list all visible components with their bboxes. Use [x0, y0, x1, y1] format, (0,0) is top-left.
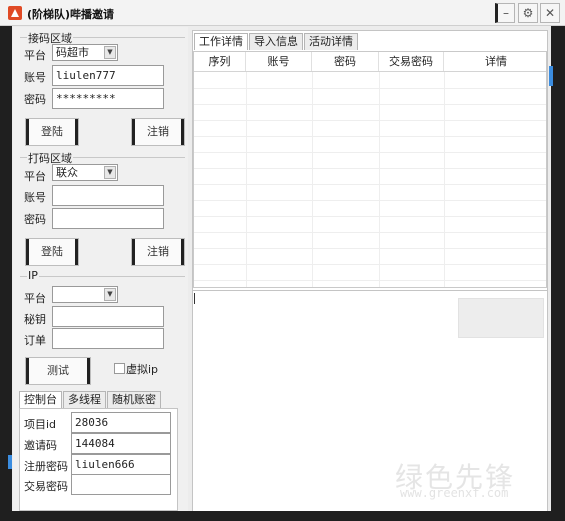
- ip-order-label: 订单: [24, 334, 46, 347]
- grid-line: [194, 248, 546, 249]
- receive-password-label: 密码: [24, 93, 46, 106]
- column-header-trade-password[interactable]: 交易密码: [379, 52, 444, 71]
- frame-bottom: [0, 511, 565, 521]
- captcha-preview-image: [458, 298, 544, 338]
- captcha-password-field[interactable]: [52, 208, 164, 229]
- receive-password-field[interactable]: *********: [52, 88, 164, 109]
- ip-test-button[interactable]: 测试: [25, 357, 91, 385]
- trade-password-field[interactable]: [71, 474, 171, 495]
- ip-key-label: 秘钥: [24, 313, 46, 326]
- grid-line: [194, 168, 546, 169]
- frame-left: [0, 26, 12, 521]
- grid-line: [194, 232, 546, 233]
- text-caret: [194, 293, 195, 304]
- chevron-down-icon: ▼: [104, 166, 116, 179]
- watermark-url: www.greenxf.com: [400, 486, 509, 500]
- tab-activity-details[interactable]: 活动详情: [304, 33, 358, 50]
- virtual-ip-label[interactable]: 虚拟ip: [126, 361, 158, 377]
- receive-platform-value: 码超市: [56, 46, 89, 59]
- tab-random-account[interactable]: 随机账密: [107, 391, 161, 408]
- bottom-tab-bar: 控制台 多线程 随机账密: [19, 391, 162, 408]
- ip-key-field[interactable]: [52, 306, 164, 327]
- ip-platform-select[interactable]: ▼: [52, 286, 118, 303]
- captcha-login-button[interactable]: 登陆: [25, 238, 79, 266]
- grid-line: [194, 104, 546, 105]
- invite-code-field[interactable]: 144084: [71, 433, 171, 454]
- project-id-label: 项目id: [24, 418, 57, 431]
- tab-work-details[interactable]: 工作详情: [194, 33, 248, 50]
- right-tab-bar: 工作详情 导入信息 活动详情: [194, 33, 359, 50]
- grid-line: [194, 200, 546, 201]
- grid-line: [194, 120, 546, 121]
- app-window: (阶梯队)哔播邀请 – ⚙ ✕ 接码区域 平台 码超市 ▼ 账号 liulen7…: [0, 0, 565, 521]
- ip-section-label: IP: [27, 269, 39, 282]
- grid-line: [194, 216, 546, 217]
- captcha-platform-label: 平台: [24, 170, 46, 183]
- title-bar: (阶梯队)哔播邀请 – ⚙ ✕: [0, 0, 565, 26]
- captcha-platform-select[interactable]: 联众 ▼: [52, 164, 118, 181]
- tab-multithread[interactable]: 多线程: [63, 391, 106, 408]
- close-icon[interactable]: ✕: [540, 3, 560, 23]
- receive-platform-select[interactable]: 码超市 ▼: [52, 44, 118, 61]
- grid-line: [194, 184, 546, 185]
- grid-line: [194, 136, 546, 137]
- column-header-details[interactable]: 详情: [444, 52, 546, 71]
- receive-logout-button[interactable]: 注销: [131, 118, 185, 146]
- table-header: 序列 账号 密码 交易密码 详情: [194, 52, 546, 72]
- receive-login-button[interactable]: 登陆: [25, 118, 79, 146]
- right-accent-mark: [549, 66, 553, 86]
- column-header-account[interactable]: 账号: [246, 52, 312, 71]
- captcha-account-field[interactable]: [52, 185, 164, 206]
- captcha-platform-value: 联众: [56, 166, 78, 179]
- grid-line: [194, 280, 546, 281]
- minimize-icon[interactable]: –: [495, 3, 515, 23]
- grid-line: [194, 152, 546, 153]
- captcha-logout-button[interactable]: 注销: [131, 238, 185, 266]
- receive-account-label: 账号: [24, 71, 46, 84]
- grid-line: [194, 264, 546, 265]
- register-password-label: 注册密码: [24, 460, 68, 473]
- trade-password-label: 交易密码: [24, 480, 68, 493]
- section-divider: [20, 276, 185, 277]
- frame-right: [551, 26, 565, 521]
- receive-platform-label: 平台: [24, 49, 46, 62]
- settings-icon[interactable]: ⚙: [518, 3, 538, 23]
- grid-line: [194, 88, 546, 89]
- virtual-ip-checkbox[interactable]: [114, 363, 125, 374]
- tab-console[interactable]: 控制台: [19, 391, 62, 408]
- work-table[interactable]: 序列 账号 密码 交易密码 详情: [193, 51, 547, 288]
- app-logo-icon: [8, 6, 22, 20]
- register-password-field[interactable]: liulen666: [71, 454, 171, 475]
- ip-platform-label: 平台: [24, 292, 46, 305]
- tab-import-info[interactable]: 导入信息: [249, 33, 303, 50]
- column-header-index[interactable]: 序列: [194, 52, 246, 71]
- column-header-password[interactable]: 密码: [312, 52, 379, 71]
- chevron-down-icon: ▼: [104, 288, 116, 301]
- receive-account-field[interactable]: liulen777: [52, 65, 164, 86]
- invite-code-label: 邀请码: [24, 439, 57, 452]
- ip-order-field[interactable]: [52, 328, 164, 349]
- project-id-field[interactable]: 28036: [71, 412, 171, 433]
- captcha-password-label: 密码: [24, 213, 46, 226]
- chevron-down-icon: ▼: [104, 46, 116, 59]
- left-accent-mark: [8, 455, 12, 469]
- window-title: (阶梯队)哔播邀请: [27, 8, 115, 21]
- captcha-account-label: 账号: [24, 191, 46, 204]
